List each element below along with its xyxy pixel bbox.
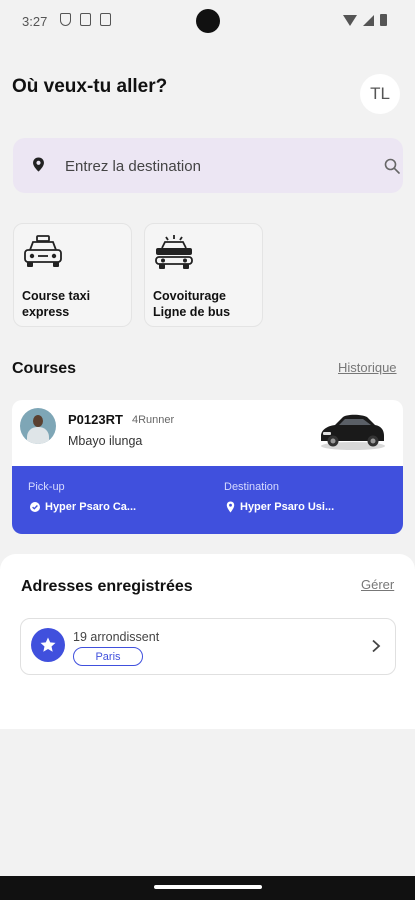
shield-icon [60, 13, 71, 26]
bus-car-icon [155, 235, 193, 269]
search-input[interactable]: Entrez la destination [65, 158, 201, 175]
destination-label: Destination [224, 481, 280, 493]
car-image [321, 414, 385, 450]
course-card[interactable]: P0123RT 4Runner Mbayo ilunga [12, 400, 403, 534]
chevron-right-icon[interactable] [371, 639, 381, 653]
courses-section-title: Courses [12, 360, 77, 377]
service-tile-taxi[interactable]: Course taxi express [13, 223, 132, 327]
city-chip: Paris [73, 647, 143, 666]
pickup-value: Hyper Psaro Ca... [45, 501, 137, 513]
address-name: 19 arrondissent [73, 630, 160, 644]
check-circle-icon [30, 502, 40, 512]
map-pin-icon [226, 501, 235, 513]
home-indicator[interactable] [154, 885, 262, 889]
driver-avatar [20, 408, 56, 444]
route-band [12, 466, 403, 534]
status-bar: 3:27 [0, 0, 415, 44]
saved-address-item[interactable] [20, 618, 396, 675]
map-pin-icon [33, 157, 44, 172]
status-time: 3:27 [22, 14, 48, 29]
page-title: Où veux-tu aller? [12, 76, 168, 97]
status-icons-right [343, 14, 387, 26]
battery-icon [380, 14, 387, 26]
history-link[interactable]: Historique [338, 360, 397, 375]
star-icon [31, 628, 65, 662]
wifi-icon [343, 15, 357, 26]
destination-value: Hyper Psaro Usi... [240, 501, 335, 513]
driver-name: Mbayo ilunga [68, 434, 143, 448]
service-label-covoiturage: Covoiturage Ligne de bus [153, 289, 231, 319]
license-plate: P0123RT [68, 412, 123, 427]
service-tile-covoiturage[interactable]: Covoiturage Ligne de bus [144, 223, 263, 327]
service-label-taxi: Course taxi express [22, 289, 91, 319]
pickup-label: Pick-up [28, 481, 65, 493]
profile-avatar[interactable]: TL [360, 74, 400, 114]
taxi-icon [24, 235, 62, 267]
car-model: 4Runner [132, 414, 175, 426]
camera-cutout [196, 9, 220, 33]
search-icon[interactable] [384, 158, 400, 174]
saved-addresses-title: Adresses enregistrées [21, 578, 193, 595]
status-icons-left [60, 13, 111, 26]
signal-icon [363, 15, 374, 26]
sim-card-icon [100, 13, 111, 26]
a-badge-icon [80, 13, 91, 26]
manage-link[interactable]: Gérer [361, 577, 394, 592]
